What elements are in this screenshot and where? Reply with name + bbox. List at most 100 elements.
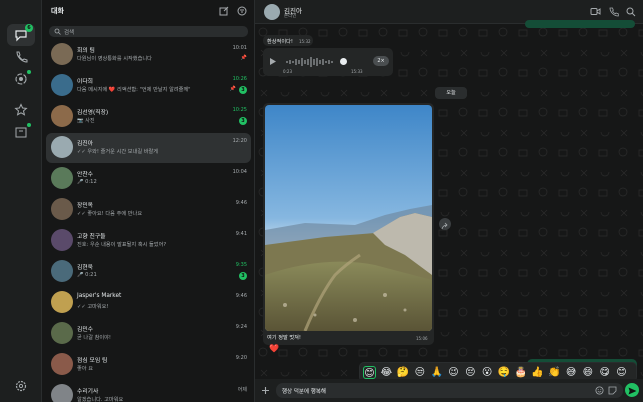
play-icon[interactable] — [269, 57, 277, 66]
send-button[interactable] — [625, 383, 639, 397]
chat-preview: 알겠습니다. 고마워요 — [77, 397, 124, 402]
emoji-suggestion[interactable]: 😂 — [380, 366, 393, 379]
pin-icon: 📌 — [240, 55, 247, 61]
settings-nav-button[interactable] — [7, 375, 35, 397]
chat-preview: 🎤 0:21 — [77, 272, 97, 278]
voice-scrubber[interactable] — [340, 58, 347, 65]
chat-name: 이다희 — [77, 79, 93, 85]
contact-status: 온라인 — [284, 14, 297, 19]
voice-elapsed: 0:23 — [283, 69, 292, 74]
chat-time: 10:04 — [232, 169, 247, 175]
chat-time: 9:20 — [235, 355, 247, 361]
archive-nav-button[interactable] — [7, 121, 35, 143]
pin-icon: 📌 — [229, 86, 236, 92]
contact-avatar[interactable] — [264, 4, 280, 20]
chat-preview: ✓✓ 우와! 즐거운 시간 보내길 바랄게 — [77, 149, 159, 155]
chat-list-item[interactable]: 수리기사 알겠습니다. 고마워요 어제 — [46, 381, 251, 402]
chat-list-item[interactable]: 김진아 ✓✓ 우와! 즐거운 시간 보내길 바랄게 12:20 — [46, 133, 251, 163]
date-separator: 오늘 — [435, 87, 467, 99]
chat-preview: 곧 나갈 참이야! — [77, 335, 112, 341]
emoji-suggestion[interactable]: 😔 — [464, 366, 477, 379]
chat-time: 10:01 — [232, 45, 247, 51]
voice-time: 15:33 — [351, 69, 363, 74]
message-reaction[interactable]: ❤️ — [269, 344, 279, 353]
unread-badge: 6 — [25, 24, 33, 32]
voice-waveform[interactable] — [283, 56, 335, 68]
chat-time: 9:24 — [235, 324, 247, 330]
chat-list-item[interactable]: 김현욱 🎤 0:21 9:35 3 — [46, 257, 251, 287]
voice-message-bubble[interactable]: 0:23 15:33 2× — [263, 48, 393, 76]
emoji-suggestion[interactable]: 👍 — [531, 366, 544, 379]
chat-list-item[interactable]: 김선영(직장) 📷 사진 10:25 3 — [46, 102, 251, 132]
forward-button[interactable] — [439, 218, 451, 230]
chat-list-item[interactable]: 고향 친구들 진호: 우순 내용이 발표될지 혹시 들었어? 9:41 — [46, 226, 251, 256]
chat-name: 점심 모임 팀 — [77, 358, 108, 364]
avatar — [51, 353, 73, 375]
previous-message-bubble[interactable] — [525, 20, 635, 28]
chat-name: 김현욱 — [77, 265, 93, 271]
photo-caption: 여기 정말 멋져! — [267, 335, 302, 341]
message-bubble[interactable]: 환상적이다! 15:32 — [263, 35, 313, 46]
plus-icon[interactable] — [261, 386, 270, 395]
emoji-suggestion[interactable]: 😄 — [581, 366, 594, 379]
message-input[interactable]: 행상 덕분에 행복해 — [276, 383, 623, 398]
search-icon — [54, 28, 61, 35]
new-chat-icon[interactable] — [219, 6, 229, 16]
avatar — [51, 260, 73, 282]
emoji-icon[interactable] — [595, 386, 604, 395]
emoji-suggestion[interactable]: 🤔 — [397, 366, 410, 379]
sticker-icon[interactable] — [608, 386, 617, 395]
chat-preview: 다원님이 영상통화를 시작했습니다 — [77, 56, 152, 62]
search-conversation-icon[interactable] — [626, 7, 636, 17]
voice-call-icon[interactable] — [609, 7, 619, 17]
chat-list-item[interactable]: 안찬수 🎤 0:12 10:04 — [46, 164, 251, 194]
send-icon — [628, 387, 637, 395]
playback-speed-button[interactable]: 2× — [373, 56, 389, 66]
video-call-icon[interactable] — [590, 7, 601, 16]
avatar — [51, 136, 73, 158]
chat-list-item[interactable]: Jasper's Market ✓✓ 고마워요! 9:46 — [46, 288, 251, 318]
status-nav-button[interactable] — [7, 68, 35, 90]
avatar — [51, 291, 73, 313]
photo-image[interactable] — [265, 105, 432, 331]
status-icon — [15, 73, 27, 85]
starred-nav-button[interactable] — [7, 99, 35, 121]
chat-list-title: 대화 — [51, 7, 64, 15]
emoji-suggestion[interactable]: 😊 — [615, 366, 628, 379]
emoji-suggestion[interactable]: 🙏 — [430, 366, 443, 379]
emoji-suggestion[interactable]: 🤤 — [497, 366, 510, 379]
chat-name: 김민수 — [77, 327, 93, 333]
chat-preview: ✓✓ 고마워요! — [77, 304, 109, 310]
avatar — [51, 322, 73, 344]
avatar — [51, 167, 73, 189]
photo-time: 15:06 — [416, 336, 428, 341]
chat-time: 10:25 — [232, 107, 247, 113]
chat-name: 회의 팀 — [77, 48, 95, 54]
search-input[interactable]: 검색 — [49, 26, 248, 37]
message-input-text: 행상 덕분에 행복해 — [282, 389, 326, 395]
chat-preview: ✓✓ 좋아요! 다음 주에 만나요 — [77, 211, 143, 217]
filter-icon[interactable] — [237, 6, 247, 16]
chat-list-item[interactable]: 점심 모임 팀 좋아 요 9:20 — [46, 350, 251, 380]
emoji-suggestion[interactable]: 🎂 — [514, 366, 527, 379]
emoji-suggestion[interactable]: 😮 — [481, 366, 494, 379]
chats-nav-button[interactable]: 6 — [7, 24, 35, 46]
emoji-suggestion[interactable]: 😋 — [598, 366, 611, 379]
calls-nav-button[interactable] — [7, 46, 35, 68]
message-text: 환상적이다! — [267, 38, 293, 45]
emoji-suggestion[interactable]: 😉 — [447, 366, 460, 379]
photo-message-bubble[interactable]: 여기 정말 멋져! 15:06 — [263, 103, 434, 345]
chat-list-item[interactable]: 장민옥 ✓✓ 좋아요! 다음 주에 만나요 9:46 — [46, 195, 251, 225]
emoji-suggestion[interactable]: 😒 — [413, 366, 426, 379]
search-placeholder: 검색 — [64, 30, 75, 36]
chat-list-item[interactable]: 회의 팀다원님이 영상통화를 시작했습니다 10:01 📌 — [46, 40, 251, 70]
chat-list-item[interactable]: 김민수곧 나갈 참이야! 9:24 — [46, 319, 251, 349]
chat-list-item[interactable]: 이다희 다음 메시지에 ❤️ 리액션함: "언제 만날지 알려줄께" 10:26 3 📌 — [46, 71, 251, 101]
emoji-suggestion[interactable]: 😊 — [363, 366, 376, 379]
chat-time: 9:46 — [235, 293, 247, 299]
emoji-suggestion[interactable]: 👏 — [548, 366, 561, 379]
gear-icon — [15, 380, 27, 392]
chat-time: 9:46 — [235, 200, 247, 206]
emoji-suggestion[interactable]: 😅 — [565, 366, 578, 379]
chat-time: 9:41 — [235, 231, 247, 237]
